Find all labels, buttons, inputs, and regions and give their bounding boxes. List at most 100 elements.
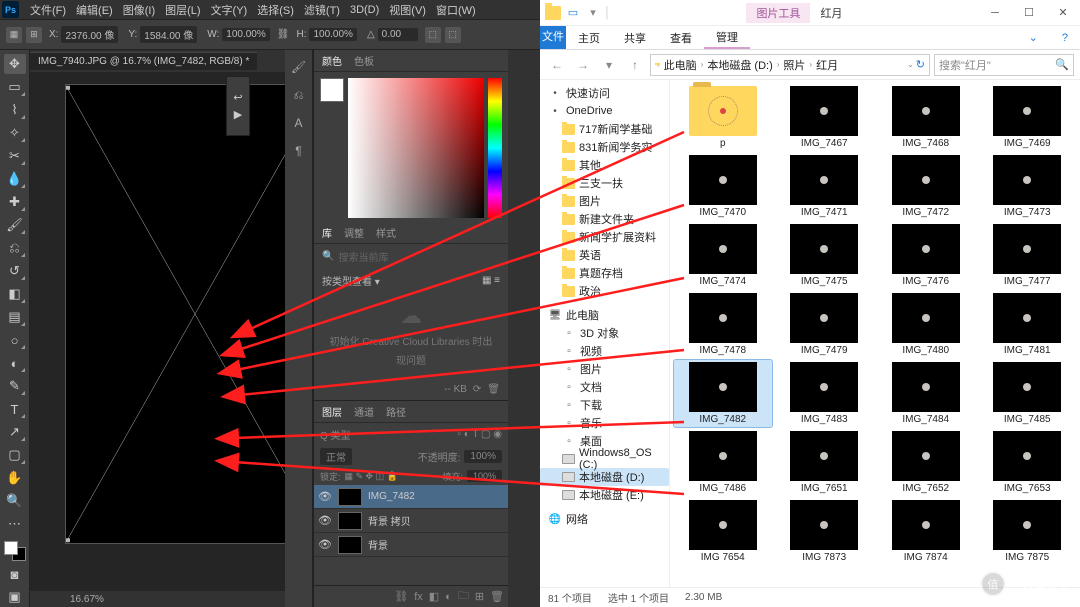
delete-layer-icon[interactable]: 🗑 [490, 590, 504, 603]
x-value[interactable]: 2376.00 像 [61, 26, 118, 43]
menu-window[interactable]: 窗口(W) [431, 2, 481, 18]
angle-value[interactable]: 0.00 [378, 28, 418, 41]
tree-item[interactable]: 新闻学扩展资料 [540, 228, 669, 246]
ribbon-view[interactable]: 查看 [658, 26, 704, 49]
menu-file[interactable]: 文件(F) [25, 2, 71, 18]
file-item[interactable]: IMG_7651 [776, 429, 874, 496]
menu-layer[interactable]: 图层(L) [160, 2, 205, 18]
fg-color[interactable] [4, 541, 18, 555]
tree-item[interactable]: Windows8_OS (C:) [540, 450, 669, 468]
file-item[interactable]: IMG_7486 [674, 429, 772, 496]
blend-mode[interactable]: 正常 [320, 448, 352, 465]
file-item[interactable]: IMG_7475 [776, 222, 874, 289]
screenmode-icon[interactable]: ▣ [4, 587, 26, 607]
tree-item[interactable]: 图片 [540, 192, 669, 210]
file-item[interactable]: IMG_7478 [674, 291, 772, 358]
layer-name[interactable]: 背景 [368, 537, 388, 552]
eyedropper-tool[interactable]: 💧 [4, 169, 26, 189]
pen-tool[interactable]: ✎ [4, 376, 26, 396]
file-item[interactable]: IMG_7652 [877, 429, 975, 496]
wand-tool[interactable]: ✧ [4, 123, 26, 143]
file-item[interactable]: p [674, 84, 772, 151]
tree-item[interactable]: 英语 [540, 246, 669, 264]
tree-item[interactable]: •快速访问 [540, 84, 669, 102]
ribbon-home[interactable]: 主页 [566, 26, 612, 49]
crumb-drive[interactable]: 本地磁盘 (D:) [705, 57, 774, 73]
layer-name[interactable]: IMG_7482 [368, 491, 415, 502]
trash-icon[interactable]: 🗑 [487, 384, 500, 395]
file-item[interactable]: IMG_7470 [674, 153, 772, 220]
paths-tab[interactable]: 路径 [386, 404, 406, 419]
brush-tool[interactable]: 🖌 [4, 215, 26, 235]
layer-thumb[interactable] [338, 536, 362, 554]
chevron-right-icon[interactable]: › [657, 60, 660, 69]
menu-select[interactable]: 选择(S) [252, 2, 299, 18]
canvas[interactable] [65, 84, 285, 544]
file-item[interactable]: IMG 7873 [776, 498, 874, 565]
new-layer-icon[interactable]: ⊞ [475, 590, 484, 603]
file-item[interactable]: IMG_7472 [877, 153, 975, 220]
qat-dropdown-icon[interactable]: ▾ [584, 4, 602, 22]
layer-thumb[interactable] [338, 512, 362, 530]
search-box[interactable]: 搜索"红月" 🔍 [934, 54, 1074, 76]
eraser-tool[interactable]: ◧ [4, 284, 26, 304]
addr-dropdown-icon[interactable]: ⌄ [907, 60, 914, 69]
swatches-tab[interactable]: 色板 [354, 53, 374, 68]
nav-fwd-icon[interactable]: → [572, 54, 594, 76]
file-item[interactable]: IMG_7483 [776, 360, 874, 427]
menu-edit[interactable]: 编辑(E) [71, 2, 118, 18]
history-icon[interactable]: ↩ [233, 91, 242, 104]
menu-3d[interactable]: 3D(D) [345, 4, 384, 16]
stamp-tool[interactable]: ⎌ [4, 238, 26, 258]
file-item[interactable]: IMG 7874 [877, 498, 975, 565]
color-tab[interactable]: 颜色 [322, 53, 342, 68]
hue-slider[interactable] [488, 78, 502, 218]
tree-item[interactable]: 🖥此电脑 [540, 306, 669, 324]
qat-props-icon[interactable]: ▭ [564, 4, 582, 22]
file-item[interactable]: IMG_7476 [877, 222, 975, 289]
file-item[interactable]: IMG_7653 [979, 429, 1077, 496]
quickmask-icon[interactable]: ◙ [4, 564, 26, 584]
actions-icon[interactable]: ▶ [234, 108, 242, 121]
layer-name[interactable]: 背景 拷贝 [368, 513, 411, 528]
color-swatch[interactable] [320, 78, 344, 102]
styles-tab[interactable]: 样式 [376, 225, 396, 240]
mask-icon[interactable]: ◧ [429, 590, 439, 603]
collapsed-panel[interactable]: ↩ ▶ [226, 76, 250, 136]
menu-view[interactable]: 视图(V) [384, 2, 431, 18]
sync-icon[interactable]: ⟳ [473, 384, 481, 395]
layers-tab[interactable]: 图层 [322, 404, 342, 419]
path-tool[interactable]: ↗ [4, 422, 26, 442]
color-field[interactable] [348, 78, 484, 218]
transform-ref-icon[interactable]: ▦ [6, 27, 22, 43]
tree-item[interactable]: ▫视频 [540, 342, 669, 360]
lib-search-input[interactable]: 搜索当前库 [338, 249, 388, 264]
tree-item[interactable]: ▫3D 对象 [540, 324, 669, 342]
context-tab-pictools[interactable]: 图片工具 [746, 3, 810, 23]
crop-tool[interactable]: ✂ [4, 146, 26, 166]
zoom-value[interactable]: 16.67% [70, 594, 104, 605]
ribbon-collapse-icon[interactable]: ⌄ [1017, 26, 1050, 49]
libraries-tab[interactable]: 库 [322, 225, 332, 240]
skew-v-icon[interactable]: ⬚ [445, 27, 461, 43]
tree-item[interactable]: 三支一扶 [540, 174, 669, 192]
lib-view-icons[interactable]: ▦ ≡ [482, 275, 500, 286]
hand-tool[interactable]: ✋ [4, 468, 26, 488]
marquee-tool[interactable]: ▭ [4, 77, 26, 97]
layer-thumb[interactable] [338, 488, 362, 506]
skew-h-icon[interactable]: ⬚ [425, 27, 441, 43]
dock-clone-icon[interactable]: ⎌ [290, 86, 308, 104]
nav-history-icon[interactable]: ▾ [598, 54, 620, 76]
history-brush-tool[interactable]: ↺ [4, 261, 26, 281]
lasso-tool[interactable]: ⌇ [4, 100, 26, 120]
refresh-icon[interactable]: ↻ [916, 58, 925, 71]
crumb-pc[interactable]: 此电脑 [662, 57, 699, 73]
edit-toolbar[interactable]: ⋯ [4, 514, 26, 534]
nav-back-icon[interactable]: ← [546, 54, 568, 76]
files-area[interactable]: pIMG_7467IMG_7468IMG_7469IMG_7470IMG_747… [670, 80, 1080, 587]
opacity-value[interactable]: 100% [464, 450, 502, 463]
w-value[interactable]: 100.00% [222, 28, 269, 41]
link-icon[interactable]: ⛓ [277, 29, 290, 40]
layer-row[interactable]: 👁背景 [314, 533, 508, 557]
dodge-tool[interactable]: ◐ [4, 353, 26, 373]
